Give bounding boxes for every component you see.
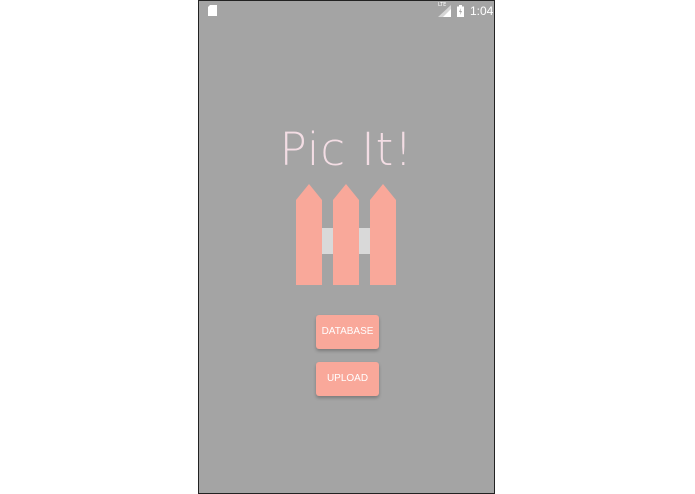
fence-picket-right	[370, 184, 396, 285]
app-title: Pic It!	[279, 123, 414, 176]
database-button[interactable]: DATABASE	[316, 315, 379, 349]
upload-button[interactable]: UPLOAD	[316, 362, 379, 396]
fence-icon	[296, 184, 396, 285]
status-bar: LTE 1:04	[199, 1, 494, 21]
fence-picket-left	[296, 184, 322, 285]
status-clock: 1:04	[470, 4, 494, 18]
sd-card-icon	[208, 5, 217, 16]
fence-picket-middle	[333, 184, 359, 285]
signal-icon	[438, 5, 451, 17]
phone-screen: LTE 1:04 Pic It! DATABASE UPLOAD	[198, 0, 495, 494]
battery-icon	[457, 5, 464, 17]
